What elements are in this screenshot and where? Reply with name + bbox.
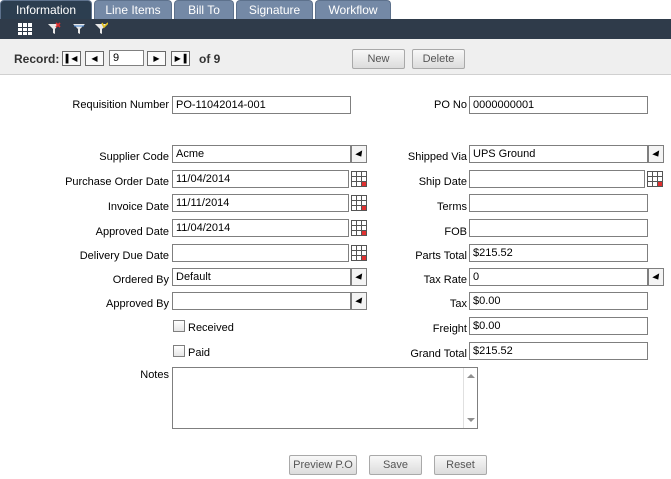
purchase-order-date-label: Purchase Order Date xyxy=(65,176,169,188)
ship-date-label: Ship Date xyxy=(418,176,467,188)
record-label: Record: xyxy=(14,52,60,66)
calendar-icon[interactable] xyxy=(647,171,663,187)
ship-date-field[interactable] xyxy=(469,170,645,188)
purchase-order-date-field[interactable]: 11/04/2014 xyxy=(172,170,349,188)
received-checkbox[interactable] xyxy=(173,320,185,332)
previous-record-button[interactable]: ◀ xyxy=(85,51,104,66)
tab-line-items[interactable]: Line Items xyxy=(94,0,172,19)
po-no-field[interactable]: 0000000001 xyxy=(469,96,648,114)
save-button[interactable]: Save xyxy=(369,455,422,475)
tax-rate-label: Tax Rate xyxy=(423,274,467,286)
delivery-due-date-label: Delivery Due Date xyxy=(79,250,169,262)
grand-total-label: Grand Total xyxy=(410,348,467,360)
reset-button[interactable]: Reset xyxy=(434,455,487,475)
parts-total-label: Parts Total xyxy=(415,250,467,262)
tab-bill-to[interactable]: Bill To xyxy=(174,0,234,19)
tax-rate-field[interactable]: 0 xyxy=(469,268,648,286)
previous-icon: ◀ xyxy=(91,54,98,63)
freight-label: Freight xyxy=(432,323,467,335)
approved-date-field[interactable]: 11/04/2014 xyxy=(172,219,349,237)
delete-button[interactable]: Delete xyxy=(412,49,465,69)
tax-rate-dropdown-button[interactable] xyxy=(648,268,664,286)
record-number-input[interactable] xyxy=(109,50,144,66)
terms-label: Terms xyxy=(437,201,467,213)
tax-label: Tax xyxy=(449,298,467,310)
filter-clear-icon[interactable] xyxy=(47,22,61,36)
invoice-date-field[interactable]: 11/11/2014 xyxy=(172,194,349,212)
shipped-via-field[interactable]: UPS Ground xyxy=(469,145,648,163)
parts-total-field[interactable]: $215.52 xyxy=(469,244,648,262)
grid-icon[interactable] xyxy=(18,22,32,36)
toolbar xyxy=(0,19,671,39)
shipped-via-dropdown-button[interactable] xyxy=(648,145,664,163)
new-button[interactable]: New xyxy=(352,49,405,69)
supplier-code-dropdown-button[interactable] xyxy=(351,145,367,163)
first-icon: ▌◀ xyxy=(65,54,78,63)
filter-apply-icon[interactable] xyxy=(94,22,108,36)
requisition-number-field[interactable]: PO-11042014-001 xyxy=(172,96,351,114)
supplier-code-field[interactable]: Acme xyxy=(172,145,351,163)
requisition-number-label: Requisition Number xyxy=(72,99,169,111)
paid-checkbox[interactable] xyxy=(173,345,185,357)
tab-information[interactable]: Information xyxy=(0,0,92,19)
grand-total-field[interactable]: $215.52 xyxy=(469,342,648,360)
scroll-down-icon[interactable] xyxy=(467,418,475,422)
fob-label: FOB xyxy=(444,226,467,238)
next-record-button[interactable]: ▶ xyxy=(147,51,166,66)
calendar-icon[interactable] xyxy=(351,245,367,261)
notes-label: Notes xyxy=(140,369,169,381)
approved-by-label: Approved By xyxy=(106,298,169,310)
preview-po-button[interactable]: Preview P.O xyxy=(289,455,357,475)
approved-by-field[interactable] xyxy=(172,292,351,310)
calendar-icon[interactable] xyxy=(351,195,367,211)
terms-field[interactable] xyxy=(469,194,648,212)
calendar-icon[interactable] xyxy=(351,220,367,236)
ordered-by-field[interactable]: Default xyxy=(172,268,351,286)
notes-scrollbar[interactable] xyxy=(463,368,477,428)
record-navigator: Record: ▌◀ ◀ ▶ ▶▐ of 9 New Delete xyxy=(0,39,671,75)
scroll-up-icon[interactable] xyxy=(467,374,475,378)
last-record-button[interactable]: ▶▐ xyxy=(171,51,190,66)
approved-date-label: Approved Date xyxy=(95,226,169,238)
delivery-due-date-field[interactable] xyxy=(172,244,349,262)
freight-field[interactable]: $0.00 xyxy=(469,317,648,335)
next-icon: ▶ xyxy=(153,54,160,63)
filter-icon[interactable] xyxy=(72,22,86,36)
calendar-icon[interactable] xyxy=(351,171,367,187)
paid-label: Paid xyxy=(188,347,211,359)
po-no-label: PO No xyxy=(433,99,467,111)
shipped-via-label: Shipped Via xyxy=(407,151,467,163)
tax-field[interactable]: $0.00 xyxy=(469,292,648,310)
last-icon: ▶▐ xyxy=(174,54,187,63)
first-record-button[interactable]: ▌◀ xyxy=(62,51,81,66)
record-count: of 9 xyxy=(199,52,221,66)
approved-by-dropdown-button[interactable] xyxy=(351,292,367,310)
tab-workflow[interactable]: Workflow xyxy=(315,0,391,19)
fob-field[interactable] xyxy=(469,219,648,237)
invoice-date-label: Invoice Date xyxy=(107,201,169,213)
supplier-code-label: Supplier Code xyxy=(99,151,169,163)
ordered-by-label: Ordered By xyxy=(112,274,169,286)
notes-textarea[interactable] xyxy=(172,367,478,429)
received-label: Received xyxy=(188,322,234,334)
tab-signature[interactable]: Signature xyxy=(236,0,313,19)
tab-bar: Information Line Items Bill To Signature… xyxy=(0,0,671,19)
ordered-by-dropdown-button[interactable] xyxy=(351,268,367,286)
